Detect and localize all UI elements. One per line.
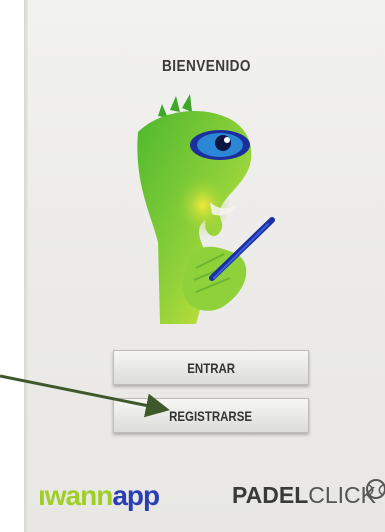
register-button-label: REGISTRARSE [169,407,253,424]
app-frame: BIENVENIDO ENTRAR REGISTRARSE ıwannapp P… [0,0,385,532]
padelclick-logo: PADELCLICK [232,482,376,509]
iwannapp-logo: ıwannapp [38,480,160,512]
mascot-illustration [137,94,275,324]
login-button[interactable]: ENTRAR [113,350,309,385]
padel-ball-icon [366,479,385,499]
iwannapp-logo-part2: app [112,480,160,511]
iwannapp-logo-part1: ıwann [38,480,113,511]
welcome-title: BIENVENIDO [162,58,251,75]
register-button[interactable]: REGISTRARSE [113,398,309,433]
login-button-label: ENTRAR [187,359,235,376]
padelclick-logo-bold: PADEL [232,482,309,508]
